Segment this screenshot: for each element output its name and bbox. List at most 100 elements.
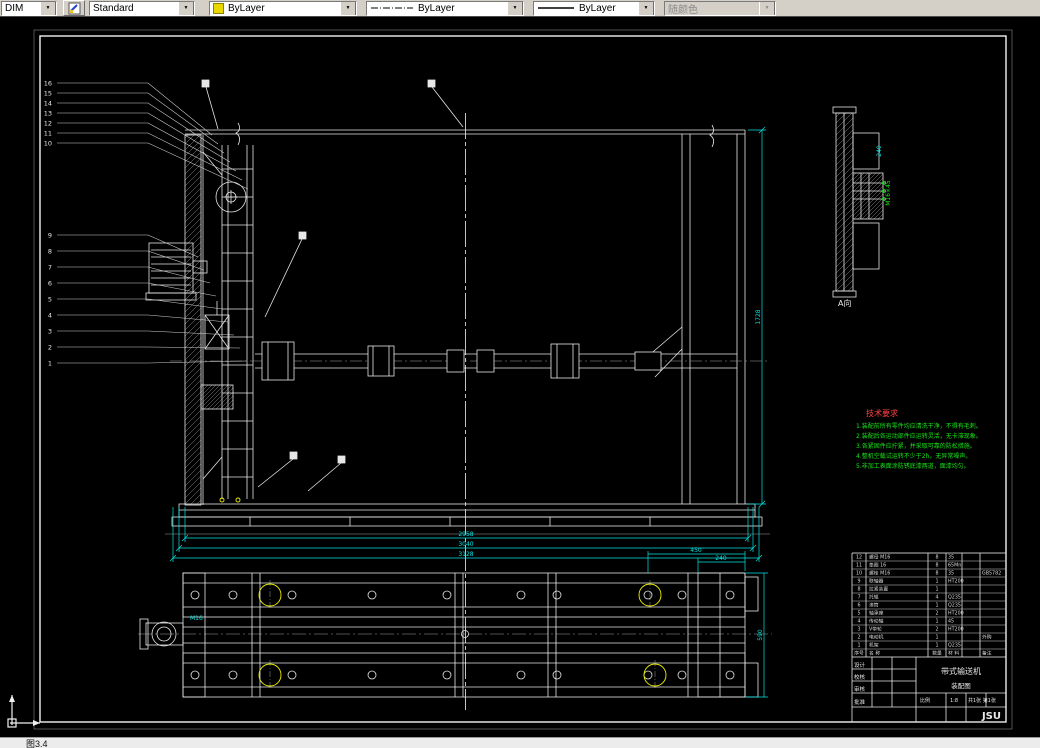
dim-height: 1728 [755, 309, 762, 324]
svg-text:HT200: HT200 [948, 611, 964, 617]
linetype-value: ByLayer [418, 2, 455, 14]
plan-view-dimensions: 590 450 240 M16 [190, 547, 768, 698]
lineweight-dropdown-arrow[interactable]: ▼ [638, 1, 654, 15]
titleblock-role2: 校核 [854, 673, 866, 681]
svg-text:1: 1 [935, 635, 938, 641]
svg-text:4: 4 [935, 595, 938, 601]
svg-text:5: 5 [48, 296, 52, 304]
dimstyle-combo[interactable]: DIM ▼ [1, 0, 57, 16]
ucs-icon [7, 695, 40, 728]
svg-text:螺母 M16: 螺母 M16 [869, 554, 890, 561]
svg-text:1: 1 [935, 587, 938, 593]
drawing-subtitle: 装配图 [951, 681, 971, 690]
linetype-dropdown-arrow[interactable]: ▼ [507, 1, 523, 15]
svg-text:1: 1 [935, 579, 938, 585]
svg-text:2: 2 [48, 344, 52, 352]
figure-caption: 图3.4 [26, 738, 48, 748]
lineweight-sample-icon [537, 4, 575, 12]
note-line: 4.整机空载试运转不少于2h，无异常噪声。 [856, 452, 971, 460]
svg-text:9: 9 [48, 232, 52, 240]
svg-text:Q235: Q235 [948, 603, 961, 609]
svg-text:机架: 机架 [869, 642, 879, 649]
svg-text:传动轴: 传动轴 [869, 618, 884, 625]
cad-drawing: 16151413121110987654321 2958 3040 3128 1… [7, 29, 1013, 730]
dim-plan-long: 450 [690, 547, 702, 554]
svg-text:3: 3 [857, 627, 860, 633]
svg-text:8: 8 [857, 587, 860, 593]
svg-text:11: 11 [44, 130, 52, 138]
scale-value: 1:8 [950, 698, 958, 704]
linetype-sample-icon [370, 4, 414, 12]
svg-text:外购: 外购 [982, 634, 992, 641]
svg-text:托辊: 托辊 [869, 594, 879, 601]
svg-text:备注: 备注 [982, 650, 992, 657]
svg-text:HT200: HT200 [948, 627, 964, 633]
plotstyle-combo: 随颜色 ▼ [664, 0, 776, 16]
svg-text:GB5782: GB5782 [982, 571, 1001, 577]
titleblock-role3: 审核 [854, 685, 866, 693]
titleblock-role1: 设计 [854, 661, 866, 669]
svg-text:6: 6 [48, 280, 52, 288]
svg-text:10: 10 [856, 571, 862, 577]
section-view-label: A向 [838, 298, 851, 308]
text-style-button[interactable] [63, 0, 85, 16]
textstyle-dropdown-arrow[interactable]: ▼ [178, 1, 194, 15]
caption-strip: 图3.4 [0, 737, 1040, 748]
object-properties-toolbar: DIM ▼ Standard ▼ ByLayer ▼ ByLayer ▼ ByL… [0, 0, 1040, 17]
dim-plan-thread: M16 [190, 615, 203, 622]
color-swatch-icon [213, 2, 224, 14]
section-bolt-callout: M16×45 [885, 180, 892, 206]
svg-text:4: 4 [857, 619, 860, 625]
svg-text:35: 35 [948, 555, 954, 561]
svg-text:14: 14 [44, 100, 52, 108]
scale-label: 比例 [920, 697, 930, 704]
svg-text:8: 8 [935, 555, 938, 561]
color-combo[interactable]: ByLayer ▼ [209, 0, 357, 16]
front-view [145, 79, 770, 535]
svg-text:HT200: HT200 [948, 579, 964, 585]
svg-text:Q235: Q235 [948, 595, 961, 601]
titleblock-role4: 批准 [854, 698, 866, 706]
company-logo: JSU [981, 711, 1001, 722]
svg-text:Q235: Q235 [948, 643, 961, 649]
section-width-dim: 240 [876, 145, 883, 157]
lineweight-value: ByLayer [579, 2, 616, 14]
anchor-bolt [235, 497, 241, 503]
svg-text:名 称: 名 称 [869, 650, 880, 657]
color-value: ByLayer [228, 2, 265, 14]
dimstyle-value: DIM [5, 2, 24, 14]
linetype-combo[interactable]: ByLayer ▼ [366, 0, 524, 16]
svg-text:13: 13 [44, 110, 52, 118]
note-line: 3.各紧固件应拧紧，并采取可靠的防松措施。 [856, 442, 976, 450]
svg-text:材 料: 材 料 [948, 650, 959, 657]
lineweight-combo[interactable]: ByLayer ▼ [533, 0, 655, 16]
plan-view [138, 572, 772, 698]
svg-text:数量: 数量 [932, 650, 942, 657]
sheet-count: 共1张 第1张 [968, 697, 996, 704]
style-icon [68, 2, 80, 14]
svg-text:2: 2 [935, 627, 938, 633]
svg-text:2: 2 [935, 611, 938, 617]
svg-text:4: 4 [48, 312, 52, 320]
svg-text:拉紧装置: 拉紧装置 [869, 586, 888, 593]
model-space-viewport[interactable]: 16 15 14 13 12 11 10 9 8 7 6 5 4 3 2 1 2958 3040 3128 1… [0, 17, 1040, 737]
color-dropdown-arrow[interactable]: ▼ [340, 1, 356, 15]
note-line: 1.装配前所有零件均应清洗干净，不得有毛刺。 [856, 422, 982, 430]
svg-text:35: 35 [948, 571, 954, 577]
svg-text:7: 7 [48, 264, 52, 272]
dim-overall-mid: 3040 [458, 541, 473, 548]
note-line: 5.非加工表面涂防锈底漆两道，面漆均匀。 [856, 462, 970, 470]
textstyle-combo[interactable]: Standard ▼ [89, 0, 195, 16]
technical-notes: 技术要求 1.装配前所有零件均应清洗干净，不得有毛刺。 2.装配后各运动部件应运… [856, 408, 982, 470]
svg-text:螺栓 M16: 螺栓 M16 [869, 570, 890, 577]
svg-text:2: 2 [857, 635, 860, 641]
bom-rows: 序号名 称 数量材 料 备注 1 机架 1 Q235 2 电动机 1 外购 3 V带轮 2 HT200 4 传动… [852, 552, 1006, 657]
svg-text:1: 1 [935, 619, 938, 625]
cad-application-window: DIM ▼ Standard ▼ ByLayer ▼ ByLayer ▼ ByL… [0, 0, 1040, 748]
svg-text:15: 15 [44, 90, 52, 98]
svg-text:序号: 序号 [854, 650, 864, 657]
dimstyle-dropdown-arrow[interactable]: ▼ [40, 1, 56, 15]
sheet-border [33, 29, 1013, 730]
svg-text:V带轮: V带轮 [869, 626, 882, 633]
dim-plan-short: 240 [715, 555, 727, 562]
